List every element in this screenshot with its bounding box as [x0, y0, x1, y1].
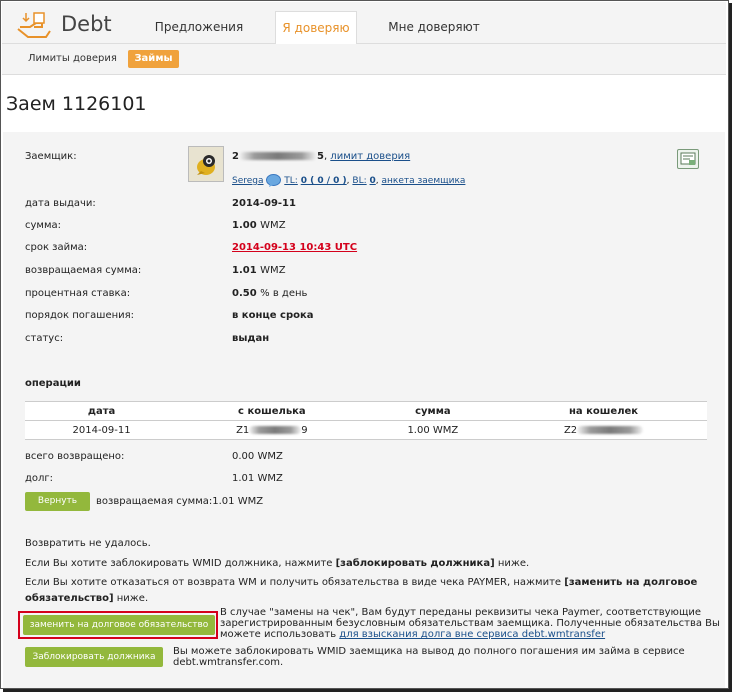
avatar: [188, 146, 224, 182]
status-badge: выдан: [232, 333, 270, 344]
brand-name: Debt: [61, 12, 112, 36]
loans-tab[interactable]: Займы: [128, 50, 179, 68]
return-button[interactable]: Вернуть: [25, 492, 90, 511]
tl-value[interactable]: 0 ( 0 / 0 ): [301, 176, 347, 186]
amount-value: 1.00 WMZ: [232, 220, 286, 231]
issue-date-value: 2014-09-11: [232, 198, 296, 209]
app-window: Debt Предложения Я доверяю Мне доверяют …: [0, 0, 729, 689]
masked-purse: [577, 425, 644, 434]
row-to-purse: Z2: [500, 420, 707, 440]
return-sum-text: возвращаемая сумма:1.01 WMZ: [96, 496, 264, 507]
table-row: 2014-09-11 Z1 9 1.00 WMZ Z2: [25, 420, 707, 440]
trust-limit-link[interactable]: лимит доверия: [330, 151, 410, 162]
borrower-nick-link[interactable]: Serega: [232, 176, 264, 186]
sub-navigation: Лимиты доверия Займы: [2, 44, 726, 75]
issue-date-label: дата выдачи:: [25, 198, 96, 209]
bl-value[interactable]: 0: [370, 176, 376, 186]
operations-table: дата с кошелька сумма на кошелек 2014-09…: [25, 401, 707, 440]
interest-rate-label: процентная ставка:: [25, 288, 131, 299]
tab-trust-me[interactable]: Мне доверяют: [384, 11, 484, 45]
term-label: срок займа:: [25, 242, 88, 253]
print-icon[interactable]: [677, 149, 699, 169]
total-returned-label: всего возвращено:: [25, 451, 125, 462]
replace-info-text: В случае "замены на чек", Вам будут пере…: [220, 607, 720, 640]
row-date: 2014-09-11: [25, 420, 179, 440]
col-date: дата: [25, 401, 179, 421]
term-value: 2014-09-13 10:43 UTC: [232, 242, 358, 253]
return-failed-text: Возвратить не удалось.: [25, 538, 151, 549]
operations-title: операции: [25, 378, 81, 389]
tab-offers[interactable]: Предложения: [154, 11, 244, 45]
col-to-purse: на кошелек: [500, 401, 707, 421]
block-hint-text: Если Вы хотите заблокировать WMID должни…: [25, 558, 530, 569]
borrower-label: Заемщик:: [25, 151, 77, 162]
repayment-order-label: порядок погашения:: [25, 310, 135, 321]
debt-collection-link[interactable]: для взыскания долга вне сервиса debt.wmt…: [339, 629, 605, 640]
borrower-profile-link[interactable]: анкета заемщика: [382, 176, 466, 186]
borrower-wmid: 2 5, лимит доверия: [232, 151, 411, 162]
interest-rate-value: 0.50 % в день: [232, 288, 308, 299]
replace-hint-text-cont: обязательство] ниже.: [25, 593, 149, 604]
repayment-order-value: в конце срока: [232, 310, 314, 321]
tab-i-trust[interactable]: Я доверяю: [275, 11, 357, 45]
total-returned-value: 0.00 WMZ: [232, 451, 283, 462]
chat-icon[interactable]: [266, 174, 282, 187]
col-from-purse: с кошелька: [178, 401, 366, 421]
debt-value: 1.01 WMZ: [232, 473, 283, 484]
block-debtor-button[interactable]: Заблокировать должника: [25, 647, 163, 667]
debt-logo-icon: [17, 12, 51, 38]
top-header: Debt Предложения Я доверяю Мне доверяют: [2, 2, 726, 45]
replace-with-obligation-button[interactable]: заменить на долговое обязательство: [23, 615, 215, 635]
status-label: статус:: [25, 333, 64, 344]
trust-limits-link[interactable]: Лимиты доверия: [28, 53, 117, 64]
replace-hint-text: Если Вы хотите отказаться от возврата WM…: [25, 577, 698, 588]
document-icon: [680, 152, 696, 165]
amount-label: сумма:: [25, 220, 62, 231]
borrower-stats: Serega TL: 0 ( 0 / 0 ), BL: 0, анкета за…: [232, 174, 466, 187]
masked-purse: [249, 425, 302, 434]
block-info-text: Вы можете заблокировать WMID заемщика на…: [173, 646, 685, 668]
masked-wmid: [238, 152, 317, 160]
borrower-avatar-icon: [197, 155, 215, 175]
row-from-purse: Z1 9: [178, 420, 366, 440]
page-title: Заем 1126101: [6, 93, 147, 115]
col-amount: сумма: [365, 401, 501, 421]
row-amount: 1.00 WMZ: [365, 420, 501, 440]
table-header-row: дата с кошелька сумма на кошелек: [25, 401, 707, 421]
return-amount-value: 1.01 WMZ: [232, 265, 286, 276]
debt-label: долг:: [25, 473, 54, 484]
return-amount-label: возвращаемая сумма:: [25, 265, 142, 276]
